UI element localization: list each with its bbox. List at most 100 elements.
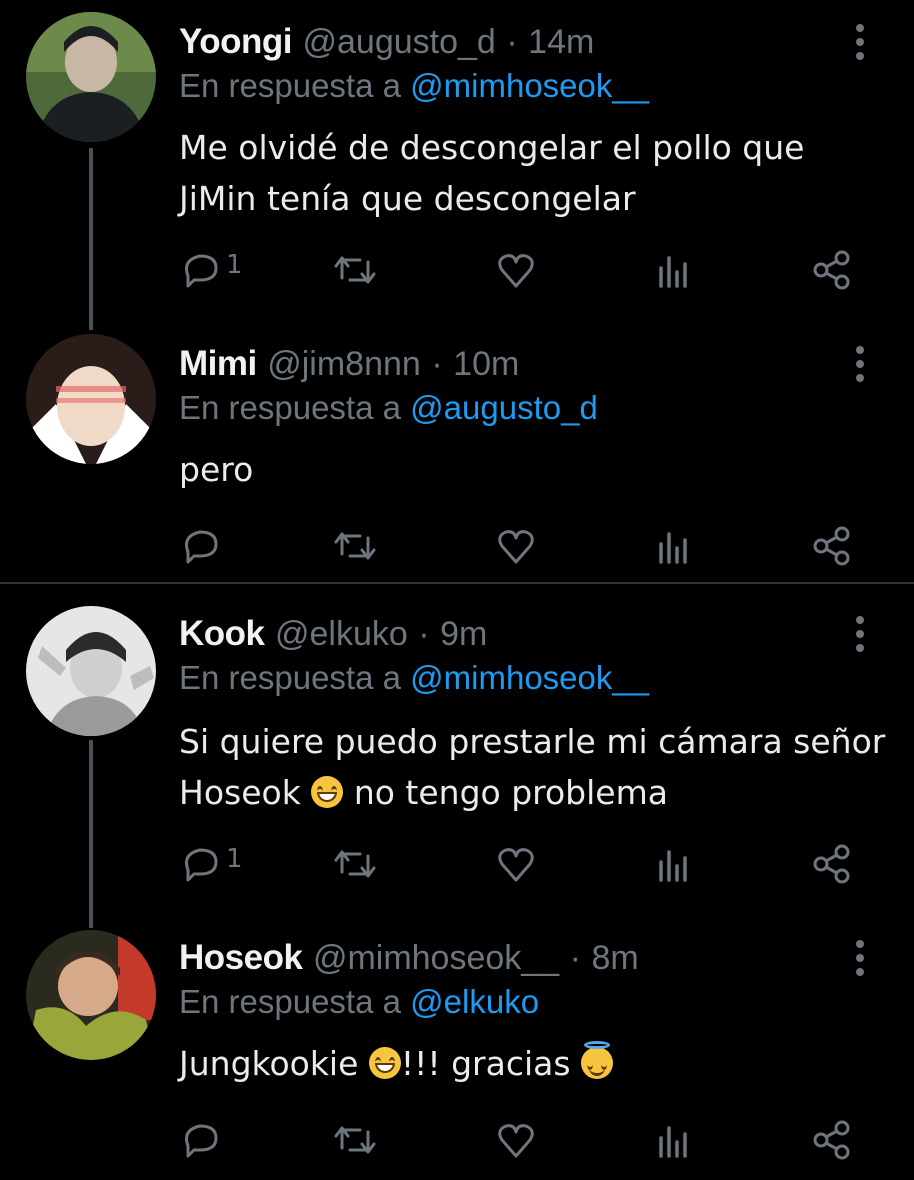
like-button[interactable] (496, 522, 536, 570)
display-name[interactable]: Kook (179, 614, 265, 653)
share-button[interactable] (812, 246, 852, 294)
more-icon[interactable] (848, 342, 872, 386)
grinning-emoji (368, 1047, 401, 1079)
tweet-actions: 1 (0, 840, 914, 888)
tweet-actions: 1 (0, 246, 914, 294)
reply-button[interactable]: 1 (180, 246, 243, 294)
like-icon (498, 848, 534, 882)
tweet-text-line-2: Hoseok no tengo problema (179, 767, 885, 818)
share-button[interactable] (812, 1116, 852, 1164)
analytics-button[interactable] (656, 522, 692, 570)
tweet-text-segment: Jungkookie (179, 1044, 359, 1083)
display-name[interactable]: Hoseok (179, 938, 303, 977)
analytics-button[interactable] (656, 1116, 692, 1164)
separator: · (506, 23, 518, 61)
reply-icon (185, 530, 218, 564)
reply-count: 1 (226, 250, 243, 280)
tweet-header: Mimi @jim8nnn · 10m (179, 344, 519, 384)
retweet-icon (334, 1126, 376, 1154)
reply-context: En respuesta a @elkuko (179, 982, 539, 1022)
avatar[interactable] (26, 334, 156, 464)
retweet-icon (334, 850, 376, 878)
username[interactable]: @mimhoseok__ (313, 939, 559, 977)
username[interactable]: @elkuko (275, 615, 408, 653)
tweet-yoongi[interactable]: Yoongi @augusto_d · 14m En respuesta a @… (0, 0, 914, 330)
retweet-button[interactable] (330, 840, 380, 888)
retweet-icon (334, 532, 376, 560)
tweet-mimi[interactable]: Mimi @jim8nnn · 10m En respuesta a @augu… (0, 330, 914, 582)
like-button[interactable] (496, 1116, 536, 1164)
tweet-text: Me olvidé de descongelar el pollo que Ji… (179, 122, 804, 224)
grinning-emoji (311, 776, 344, 808)
reply-count: 1 (226, 844, 243, 874)
more-icon[interactable] (848, 936, 872, 980)
like-icon (498, 254, 534, 288)
reply-prefix: En respuesta a (179, 659, 401, 696)
reply-button[interactable] (180, 1116, 220, 1164)
retweet-button[interactable] (330, 246, 380, 294)
retweet-button[interactable] (330, 1116, 380, 1164)
reply-mention[interactable]: @elkuko (410, 983, 539, 1020)
separator: · (431, 345, 443, 383)
tweet-text-segment: Hoseok (179, 773, 301, 812)
reply-mention[interactable]: @mimhoseok__ (410, 67, 649, 104)
username[interactable]: @augusto_d (303, 23, 496, 61)
reply-prefix: En respuesta a (179, 983, 401, 1020)
analytics-icon (659, 850, 687, 882)
reply-icon (185, 848, 218, 882)
more-icon[interactable] (848, 612, 872, 656)
tweet-actions (0, 1116, 914, 1164)
reply-prefix: En respuesta a (179, 67, 401, 104)
like-button[interactable] (496, 246, 536, 294)
tweet-text-line: pero (179, 450, 254, 489)
timestamp[interactable]: 9m (440, 615, 487, 653)
more-icon[interactable] (848, 20, 872, 64)
avatar[interactable] (26, 606, 156, 736)
tweet-kook[interactable]: Kook @elkuko · 9m En respuesta a @mimhos… (0, 584, 914, 924)
avatar[interactable] (26, 930, 156, 1060)
like-button[interactable] (496, 840, 536, 888)
timestamp[interactable]: 8m (591, 939, 638, 977)
avatar[interactable] (26, 12, 156, 142)
tweet-text: Si quiere puedo prestarle mi cámara seño… (179, 716, 885, 818)
analytics-button[interactable] (656, 840, 692, 888)
tweet-hoseok[interactable]: Hoseok @mimhoseok__ · 8m En respuesta a … (0, 924, 914, 1180)
tweet-text-line: Jungkookie !!! gracias (179, 1038, 614, 1089)
tweet-text-line: Me olvidé de descongelar el pollo que (179, 128, 805, 167)
share-icon (813, 250, 850, 290)
share-button[interactable] (812, 840, 852, 888)
analytics-button[interactable] (656, 246, 692, 294)
tweet-text: Jungkookie !!! gracias (179, 1038, 614, 1089)
analytics-icon (659, 1126, 687, 1158)
halo-emoji (581, 1041, 614, 1079)
tweet-header: Yoongi @augusto_d · 14m (179, 22, 594, 62)
share-icon (813, 844, 850, 884)
analytics-icon (659, 256, 687, 288)
tweet-text-line: JiMin tenía que descongelar (179, 179, 636, 218)
username[interactable]: @jim8nnn (267, 345, 421, 383)
reply-prefix: En respuesta a (179, 389, 401, 426)
reply-context: En respuesta a @augusto_d (179, 388, 598, 428)
reply-button[interactable]: 1 (180, 840, 243, 888)
share-icon (813, 1120, 850, 1160)
timestamp[interactable]: 14m (528, 23, 594, 61)
share-button[interactable] (812, 522, 852, 570)
timestamp[interactable]: 10m (453, 345, 519, 383)
tweet-text: pero (179, 444, 253, 495)
tweet-text-segment: no tengo problema (353, 773, 668, 812)
analytics-icon (659, 532, 687, 564)
like-icon (498, 530, 534, 564)
reply-icon (185, 1124, 218, 1158)
separator: · (569, 939, 581, 977)
share-icon (813, 526, 850, 566)
display-name[interactable]: Mimi (179, 344, 257, 383)
retweet-icon (334, 256, 376, 284)
reply-button[interactable] (180, 522, 220, 570)
reply-context: En respuesta a @mimhoseok__ (179, 658, 649, 698)
reply-icon (185, 254, 218, 288)
reply-mention[interactable]: @mimhoseok__ (410, 659, 649, 696)
separator: · (418, 615, 430, 653)
retweet-button[interactable] (330, 522, 380, 570)
reply-mention[interactable]: @augusto_d (410, 389, 598, 426)
display-name[interactable]: Yoongi (179, 22, 293, 61)
